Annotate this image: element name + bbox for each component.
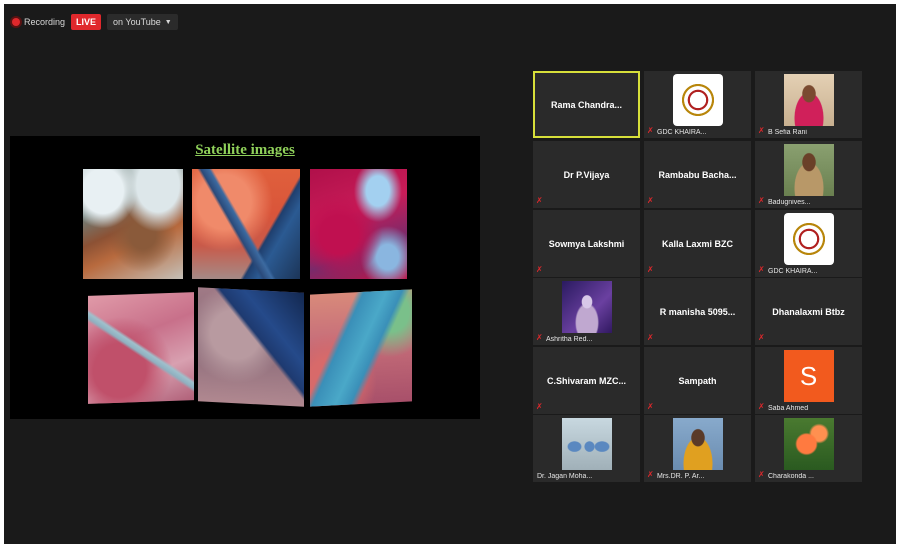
chevron-down-icon: ▼ bbox=[164, 18, 172, 26]
youtube-stream-dropdown[interactable]: on YouTube ▼ bbox=[107, 14, 178, 30]
participant-name: Rambabu Bacha... bbox=[658, 169, 737, 180]
college-logo bbox=[672, 74, 723, 126]
participant-name: GDC KHAIRA... bbox=[768, 268, 818, 275]
mic-muted-icon: ✗ bbox=[758, 126, 765, 135]
participant-name: Dhanalaxmi Btbz bbox=[772, 306, 845, 317]
recording-icon bbox=[12, 18, 20, 26]
participant-name: Badugnives... bbox=[768, 199, 811, 206]
satellite-image bbox=[192, 169, 300, 279]
mic-muted-icon: ✗ bbox=[536, 265, 543, 274]
shared-screen: Satellite images bbox=[10, 136, 480, 419]
participant-video bbox=[561, 281, 612, 333]
participant-name: Charakonda ... bbox=[768, 473, 814, 480]
participant-tile[interactable]: Sowmya Lakshmi ✗ bbox=[533, 210, 640, 277]
mic-muted-icon: ✗ bbox=[647, 333, 654, 342]
participant-video bbox=[783, 418, 834, 470]
participant-tile[interactable]: ✗ Mrs.DR. P. Ar... bbox=[644, 415, 751, 482]
mic-muted-icon: ✗ bbox=[647, 470, 654, 479]
participant-tile[interactable]: ✗ GDC KHAIRA... bbox=[755, 210, 862, 277]
mic-muted-icon: ✗ bbox=[758, 265, 765, 274]
participant-tile[interactable]: ✗ Badugnives... bbox=[755, 141, 862, 208]
participant-name: R manisha 5095... bbox=[659, 306, 736, 317]
participant-video bbox=[672, 418, 723, 470]
mic-muted-icon: ✗ bbox=[758, 333, 765, 342]
participant-video bbox=[783, 74, 834, 126]
mic-muted-icon: ✗ bbox=[758, 196, 765, 205]
participant-tile[interactable]: ✗ Ashritha Red... bbox=[533, 278, 640, 345]
mic-muted-icon: ✗ bbox=[536, 196, 543, 205]
participant-tile[interactable]: C.Shivaram MZC... ✗ bbox=[533, 347, 640, 414]
participant-name: GDC KHAIRA... bbox=[657, 129, 707, 136]
participant-tile[interactable]: Sampath ✗ bbox=[644, 347, 751, 414]
participant-tile[interactable]: Dhanalaxmi Btbz ✗ bbox=[755, 278, 862, 345]
meeting-window: Recording LIVE on YouTube ▼ Satellite im… bbox=[4, 4, 896, 544]
satellite-image bbox=[310, 169, 407, 279]
mic-muted-icon: ✗ bbox=[758, 470, 765, 479]
mic-muted-icon: ✗ bbox=[536, 333, 543, 342]
participant-name: B Sefia Rani bbox=[768, 129, 807, 136]
participant-name: Sowmya Lakshmi bbox=[548, 238, 625, 249]
youtube-label: on YouTube bbox=[113, 17, 161, 27]
participant-name: Sampath bbox=[678, 375, 717, 386]
participant-name: Dr. Jagan Moha... bbox=[537, 473, 593, 480]
college-logo bbox=[783, 213, 834, 265]
participant-tile[interactable]: ✗ B Sefia Rani bbox=[755, 71, 862, 138]
participant-name: Ashritha Red... bbox=[546, 336, 593, 343]
mic-muted-icon: ✗ bbox=[647, 196, 654, 205]
slide-title: Satellite images bbox=[195, 142, 295, 158]
participant-video bbox=[783, 144, 834, 196]
satellite-image bbox=[83, 169, 183, 279]
satellite-image bbox=[198, 287, 304, 407]
participant-name: Mrs.DR. P. Ar... bbox=[657, 473, 705, 480]
participant-tile[interactable]: Dr. Jagan Moha... bbox=[533, 415, 640, 482]
satellite-image bbox=[310, 289, 412, 407]
participant-tile[interactable]: S ✗ Saba Ahmed bbox=[755, 347, 862, 414]
mic-muted-icon: ✗ bbox=[758, 402, 765, 411]
live-badge: LIVE bbox=[71, 14, 102, 30]
participant-name: Rama Chandra... bbox=[550, 99, 623, 110]
recording-bar: Recording LIVE on YouTube ▼ bbox=[12, 12, 178, 32]
participant-name: Dr P.Vijaya bbox=[563, 169, 610, 180]
participant-tile[interactable]: Rama Chandra... bbox=[533, 71, 640, 138]
mic-muted-icon: ✗ bbox=[647, 402, 654, 411]
recording-label: Recording bbox=[24, 17, 66, 27]
participant-tile[interactable]: Dr P.Vijaya ✗ bbox=[533, 141, 640, 208]
mic-muted-icon: ✗ bbox=[647, 126, 654, 135]
participant-video bbox=[561, 418, 612, 470]
participant-name: Saba Ahmed bbox=[768, 405, 809, 412]
participant-name: C.Shivaram MZC... bbox=[546, 375, 627, 386]
participant-tile[interactable]: ✗ GDC KHAIRA... bbox=[644, 71, 751, 138]
participant-tile[interactable]: Kalla Laxmi BZC ✗ bbox=[644, 210, 751, 277]
participant-tile[interactable]: R manisha 5095... ✗ bbox=[644, 278, 751, 345]
participant-tile[interactable]: ✗ Charakonda ... bbox=[755, 415, 862, 482]
participant-name: Kalla Laxmi BZC bbox=[661, 238, 734, 249]
satellite-image bbox=[88, 292, 194, 404]
participant-avatar: S bbox=[783, 350, 834, 402]
participant-tile[interactable]: Rambabu Bacha... ✗ bbox=[644, 141, 751, 208]
mic-muted-icon: ✗ bbox=[536, 402, 543, 411]
mic-muted-icon: ✗ bbox=[647, 265, 654, 274]
recording-indicator[interactable]: Recording bbox=[12, 17, 65, 27]
